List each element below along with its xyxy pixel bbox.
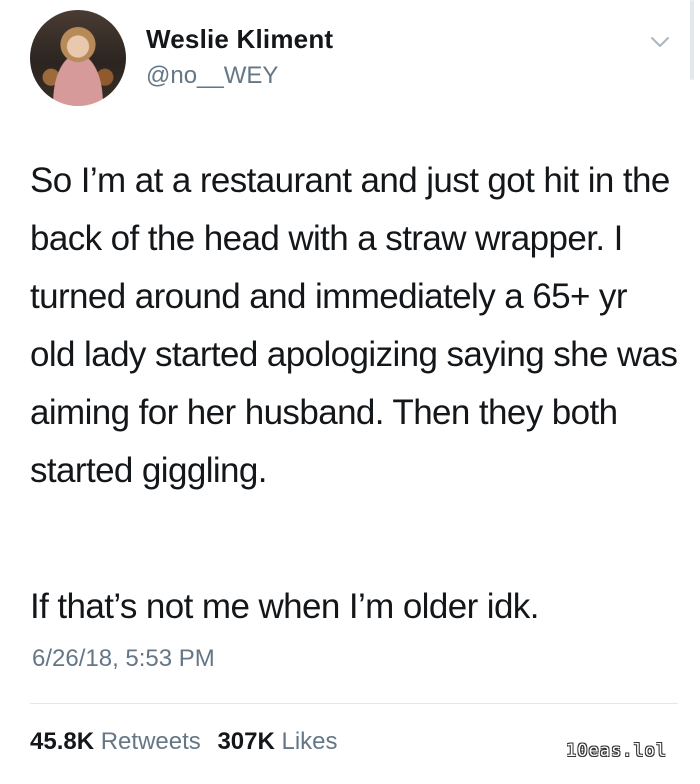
divider — [30, 703, 678, 704]
avatar[interactable] — [30, 10, 126, 106]
likes-stat[interactable]: 307K Likes — [217, 728, 337, 756]
retweets-stat[interactable]: 45.8K Retweets — [30, 728, 201, 756]
retweets-count: 45.8K — [30, 728, 95, 755]
tweet-text: So I’m at a restaurant and just got hit … — [30, 161, 678, 490]
chevron-down-icon[interactable] — [648, 30, 672, 54]
scrollbar[interactable] — [690, 0, 694, 80]
likes-label: Likes — [281, 728, 338, 755]
author-handle[interactable]: @no__WEY — [146, 62, 278, 90]
retweets-label: Retweets — [100, 728, 201, 755]
likes-count: 307K — [217, 728, 275, 755]
tweet-timestamp[interactable]: 6/26/18, 5:53 PM — [32, 645, 215, 673]
author-name[interactable]: Weslie Kliment — [146, 24, 333, 55]
watermark: 10eas.lol — [566, 741, 668, 761]
tweet-stats: 45.8K Retweets 307K Likes — [30, 728, 348, 756]
tweet-text-second-paragraph: If that’s not me when I’m older idk. — [30, 587, 539, 626]
